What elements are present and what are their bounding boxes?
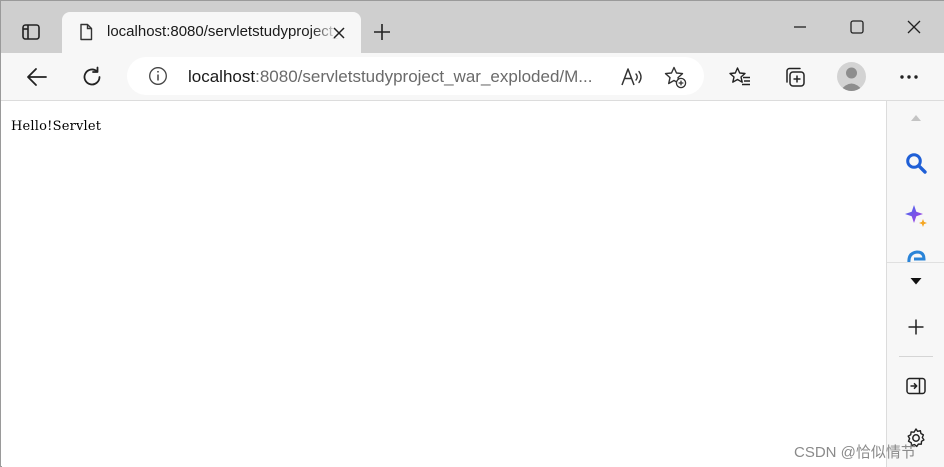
tab-strip: localhost:8080/servletstudyproject_war_e…: [1, 1, 944, 53]
active-tab[interactable]: localhost:8080/servletstudyproject_war_e…: [62, 12, 361, 53]
tab-actions-icon: [22, 24, 40, 40]
page-icon: [80, 23, 93, 41]
page-body-text: Hello!Servlet: [11, 119, 102, 134]
back-arrow-icon: [27, 68, 47, 86]
edge-app-icon: [907, 250, 926, 262]
caret-up-icon: [911, 115, 921, 121]
sidebar-divider: [887, 262, 944, 263]
collections-icon: [786, 67, 805, 87]
minimize-button[interactable]: [787, 15, 813, 39]
maximize-icon: [850, 20, 864, 34]
maximize-button[interactable]: [844, 15, 870, 39]
favorites-button[interactable]: [726, 63, 754, 91]
sidebar-app-partial[interactable]: [903, 249, 929, 262]
page-content: Hello!Servlet: [2, 101, 886, 467]
search-icon: [906, 153, 927, 174]
url-host: localhost: [188, 67, 256, 86]
sparkle-icon: [905, 205, 927, 227]
sidebar-add-button[interactable]: [903, 314, 929, 340]
caret-down-icon: [910, 278, 922, 285]
sidebar-search-button[interactable]: [903, 150, 929, 176]
tab-actions-button[interactable]: [19, 20, 43, 44]
close-icon: [907, 20, 921, 34]
info-icon[interactable]: [148, 66, 168, 86]
profile-avatar[interactable]: [837, 62, 866, 91]
right-sidebar: [886, 101, 944, 467]
settings-and-more-button[interactable]: [895, 63, 923, 91]
close-icon: [333, 27, 345, 39]
sidebar-more-apps-button[interactable]: [903, 268, 929, 294]
sidebar-divider: [899, 356, 933, 357]
favorites-icon: [729, 67, 750, 86]
address-bar[interactable]: localhost:8080/servletstudyproject_war_e…: [127, 57, 704, 95]
close-window-button[interactable]: [901, 15, 927, 39]
watermark-text: CSDN @恰似情节: [794, 444, 916, 461]
browser-window: localhost:8080/servletstudyproject_war_e…: [0, 0, 944, 467]
back-button[interactable]: [23, 63, 51, 91]
plus-icon: [908, 319, 924, 335]
more-horizontal-icon: [900, 75, 918, 79]
refresh-button[interactable]: [78, 63, 106, 91]
refresh-icon: [83, 66, 101, 86]
url-text[interactable]: localhost:8080/servletstudyproject_war_e…: [188, 67, 608, 87]
minimize-icon: [794, 26, 806, 28]
new-tab-button[interactable]: [371, 21, 393, 43]
hide-sidebar-icon: [906, 377, 926, 395]
user-icon: [840, 67, 863, 91]
url-path: :8080/servletstudyproject_war_exploded/M…: [255, 67, 593, 86]
tab-close-button[interactable]: [330, 24, 348, 42]
read-aloud-icon[interactable]: [620, 66, 644, 88]
tab-title: localhost:8080/servletstudyproject_war_e…: [107, 23, 339, 40]
add-favorite-icon[interactable]: [663, 65, 687, 89]
navigation-toolbar: localhost:8080/servletstudyproject_war_e…: [1, 53, 944, 101]
plus-icon: [374, 24, 390, 40]
sidebar-copilot-button[interactable]: [903, 203, 929, 229]
sidebar-scroll-up-button[interactable]: [903, 105, 929, 131]
sidebar-hide-button[interactable]: [903, 373, 929, 399]
collections-button[interactable]: [781, 63, 809, 91]
